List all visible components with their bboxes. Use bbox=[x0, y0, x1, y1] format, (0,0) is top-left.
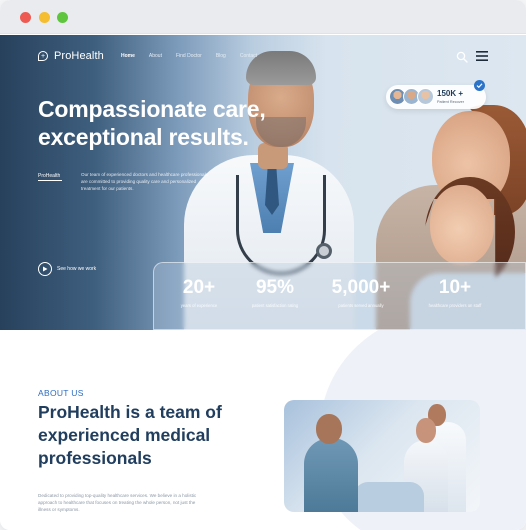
about-photo-doctor-front-face bbox=[316, 414, 342, 444]
hero-photo-girl-face bbox=[430, 185, 494, 265]
play-video-label[interactable]: See how we work bbox=[57, 266, 96, 272]
hero-tag-underline bbox=[38, 180, 62, 181]
play-icon bbox=[43, 266, 48, 272]
about-title: ProHealth is a team of experienced medic… bbox=[38, 402, 222, 468]
hero-tag: ProHealth bbox=[38, 173, 61, 179]
nav-item-contact[interactable]: Contact bbox=[240, 53, 257, 59]
about-section: ABOUT US ProHealth is a team of experien… bbox=[0, 330, 526, 530]
site-logo[interactable]: + ProHealth bbox=[38, 50, 104, 62]
nav-item-blog[interactable]: Blog bbox=[216, 53, 226, 59]
about-description: Dedicated to providing top-quality healt… bbox=[38, 493, 197, 512]
stat-providers: 10+ healthcare providers on staff bbox=[416, 277, 494, 308]
browser-window: + ProHealth Home About Find Doctor Blog … bbox=[0, 0, 526, 530]
search-icon[interactable] bbox=[456, 51, 468, 63]
about-photo-medical-team bbox=[284, 400, 480, 512]
avatar bbox=[417, 88, 434, 105]
patients-recovered-badge: 150K + Patient Recover bbox=[386, 85, 486, 109]
patients-count: 150K + bbox=[437, 89, 464, 98]
minimize-window-button[interactable] bbox=[39, 12, 50, 23]
window-titlebar bbox=[0, 0, 526, 34]
shield-plus-icon: + bbox=[38, 51, 48, 61]
stethoscope-graphic bbox=[236, 175, 326, 275]
stat-value: 20+ bbox=[182, 277, 216, 298]
nav-item-home[interactable]: Home bbox=[121, 53, 135, 59]
stat-label: patient satisfaction rating bbox=[251, 303, 299, 308]
about-photo-patient bbox=[354, 482, 424, 512]
about-eyebrow: ABOUT US bbox=[38, 388, 84, 398]
stat-years: 20+ years of experience bbox=[160, 277, 238, 308]
patients-label: Patient Recover bbox=[437, 100, 465, 104]
stat-label: years of experience bbox=[180, 303, 218, 308]
hamburger-menu-icon[interactable] bbox=[476, 51, 488, 61]
nav-item-find-doctor[interactable]: Find Doctor bbox=[176, 53, 202, 59]
about-photo-doctor-front bbox=[304, 438, 358, 512]
main-nav: Home About Find Doctor Blog Contact bbox=[121, 53, 271, 59]
brand-name: ProHealth bbox=[54, 50, 104, 62]
stat-value: 5,000+ bbox=[331, 277, 391, 298]
stat-label: healthcare providers on staff bbox=[428, 303, 482, 308]
play-video-button[interactable] bbox=[38, 262, 52, 276]
hero-description: Our team of experienced doctors and heal… bbox=[81, 172, 208, 191]
hero-section: + ProHealth Home About Find Doctor Blog … bbox=[0, 35, 526, 330]
nav-item-about[interactable]: About bbox=[149, 53, 162, 59]
close-window-button[interactable] bbox=[20, 12, 31, 23]
stat-label: patients served annually bbox=[338, 303, 384, 308]
stat-patients: 5,000+ patients served annually bbox=[316, 277, 406, 308]
maximize-window-button[interactable] bbox=[57, 12, 68, 23]
check-badge-icon bbox=[474, 80, 485, 91]
stat-value: 95% bbox=[255, 277, 295, 298]
hero-title: Compassionate care, exceptional results. bbox=[38, 96, 266, 150]
stat-satisfaction: 95% patient satisfaction rating bbox=[238, 277, 312, 308]
stat-value: 10+ bbox=[438, 277, 472, 298]
stethoscope-bell-graphic bbox=[316, 243, 332, 259]
stats-panel: 20+ years of experience 95% patient sati… bbox=[153, 262, 526, 330]
about-photo-nurse-face bbox=[416, 418, 436, 443]
